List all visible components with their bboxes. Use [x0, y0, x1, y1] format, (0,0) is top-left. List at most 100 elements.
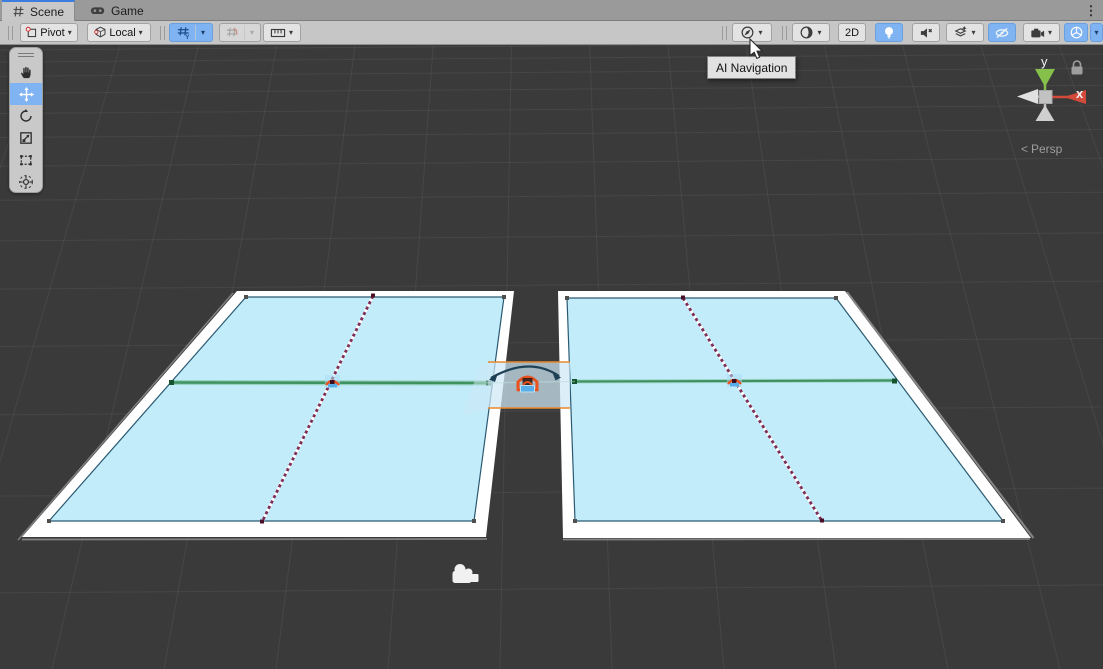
tool-scale[interactable] [10, 127, 42, 149]
scene-viewport[interactable]: y x < Persp [0, 45, 1103, 669]
rect-tool-icon [18, 152, 34, 168]
toolbar-separator [782, 26, 787, 40]
tool-move[interactable] [10, 83, 42, 105]
lightbulb-icon [882, 25, 896, 40]
tab-scene-label: Scene [30, 5, 64, 19]
tab-scene[interactable]: Scene [2, 0, 75, 21]
toolbar-separator [722, 26, 727, 40]
projection-label[interactable]: Persp [1031, 142, 1063, 156]
hand-icon [18, 64, 34, 80]
audio-muted-icon [919, 26, 934, 40]
link-edge-end-dot [820, 519, 824, 523]
table-left-navmesh [49, 297, 504, 521]
table-right[interactable] [558, 291, 1031, 538]
scene-grid-icon [12, 5, 25, 18]
audio-toggle[interactable] [912, 23, 940, 42]
snap-to-grid-button[interactable]: ▾ [219, 23, 261, 42]
palette-drag-handle[interactable] [10, 48, 42, 61]
tool-hand[interactable] [10, 61, 42, 83]
chevron-down-icon: ▾ [970, 29, 976, 37]
tab-more-menu-icon[interactable]: ⋮ [1083, 0, 1099, 21]
tool-rotate[interactable] [10, 105, 42, 127]
tool-transform[interactable] [10, 171, 42, 193]
eye-slash-icon [994, 26, 1010, 40]
tab-bar: Scene Game ⋮ [0, 0, 1103, 21]
vertex-dot [1001, 519, 1005, 523]
vertex-dot [834, 296, 838, 300]
chevron-down-icon: ▾ [1047, 29, 1053, 37]
2d-toggle[interactable]: 2D [838, 23, 866, 42]
gizmos-toggle[interactable] [1064, 23, 1088, 42]
grid-visibility-toggle[interactable]: Y ▾ [169, 23, 213, 42]
camera-icon [1030, 26, 1045, 40]
gizmo-center-cube[interactable] [1039, 91, 1052, 104]
2d-label: 2D [845, 27, 859, 39]
vertex-dot [502, 295, 506, 299]
table-right-navmesh [567, 298, 1003, 521]
gizmo-sphere-icon [1069, 25, 1084, 40]
chevron-down-icon: ▾ [816, 29, 822, 37]
neg-y-axis-cone[interactable] [1036, 105, 1055, 121]
effects-dropdown[interactable]: ▾ [946, 23, 984, 42]
link-endpoint-marker [892, 379, 897, 384]
x-axis-label: x [1076, 86, 1084, 101]
shading-mode-dropdown[interactable]: ▾ [792, 23, 830, 42]
grid-axis-icon: Y [176, 25, 191, 40]
table-edge-shadow [22, 539, 487, 540]
scene-toolbar: Pivot ▾ Local ▾ Y ▾ [0, 21, 1103, 45]
camera-gizmo-icon[interactable] [453, 564, 479, 583]
vertex-dot [244, 295, 248, 299]
effects-stack-icon [953, 25, 968, 40]
rotate-icon [18, 108, 34, 124]
navmesh-link-mini-icon[interactable] [325, 375, 340, 388]
navmesh-link-mini-icon[interactable] [727, 374, 742, 387]
gamepad-icon [90, 4, 106, 17]
tab-game[interactable]: Game [80, 0, 154, 21]
snap-grid-icon [225, 25, 240, 40]
local-label: Local [109, 27, 135, 39]
snap-increment-dropdown[interactable]: ▾ [263, 23, 301, 42]
camera-overlay-dropdown[interactable]: ▾ [1023, 23, 1060, 42]
link-edge-end-dot [260, 520, 264, 524]
tooltip: AI Navigation [707, 56, 796, 79]
pivot-label: Pivot [40, 27, 64, 39]
move-icon [18, 86, 35, 103]
local-dropdown[interactable]: Local ▾ [87, 23, 151, 42]
vertex-dot [472, 519, 476, 523]
y-axis-label: y [1041, 54, 1048, 69]
perspective-grid [0, 45, 1103, 669]
hidden-objects-toggle[interactable] [988, 23, 1016, 42]
pivot-icon [25, 26, 38, 39]
chevron-down-icon: ▾ [138, 29, 144, 37]
chevron-down-icon: ▾ [288, 29, 294, 37]
navmesh-link-selected[interactable] [463, 362, 575, 414]
split-divider [244, 25, 245, 40]
projection-chevron[interactable]: < [1021, 142, 1028, 156]
tab-game-label: Game [111, 4, 144, 18]
chevron-down-icon[interactable]: ▾ [200, 29, 206, 37]
scene-canvas: y x < Persp [0, 45, 1103, 669]
pivot-dropdown[interactable]: Pivot ▾ [20, 23, 78, 42]
tooltip-text: AI Navigation [716, 61, 787, 75]
gizmos-dropdown[interactable]: ▾ [1090, 23, 1103, 42]
link-endpoint-marker [169, 380, 174, 385]
y-axis-cone[interactable] [1035, 69, 1055, 87]
split-divider [195, 25, 196, 40]
toolbar-drag-handle[interactable] [8, 26, 13, 40]
chevron-down-icon: ▾ [1093, 29, 1099, 37]
vertex-dot [573, 519, 577, 523]
local-cube-icon [94, 26, 107, 39]
z-axis-cone[interactable] [1017, 89, 1038, 104]
tool-rect[interactable] [10, 149, 42, 171]
lock-icon[interactable] [1072, 61, 1083, 75]
chevron-down-icon: ▾ [757, 29, 763, 37]
ai-navigation-overlay-button[interactable]: ▾ [732, 23, 772, 42]
table-edge-shadow [563, 539, 1030, 540]
lighting-toggle[interactable] [875, 23, 903, 42]
vertex-dot [47, 519, 51, 523]
compass-icon [740, 25, 755, 40]
ruler-icon [270, 26, 286, 40]
link-edge-end-dot [371, 294, 375, 298]
shaded-sphere-icon [799, 25, 814, 40]
transform-icon [18, 174, 34, 190]
